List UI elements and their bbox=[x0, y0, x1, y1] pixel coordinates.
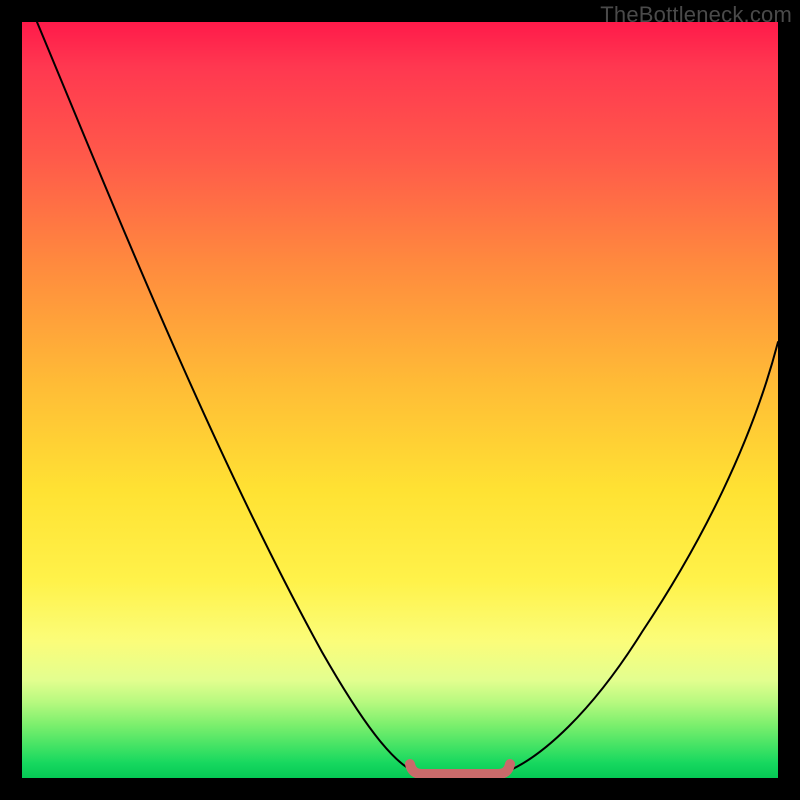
valley-marker bbox=[410, 764, 510, 774]
curve-right-branch bbox=[506, 342, 778, 772]
bottleneck-curve bbox=[22, 22, 778, 778]
watermark-text: TheBottleneck.com bbox=[600, 2, 792, 28]
chart-plot-area bbox=[22, 22, 778, 778]
curve-left-branch bbox=[37, 22, 415, 772]
